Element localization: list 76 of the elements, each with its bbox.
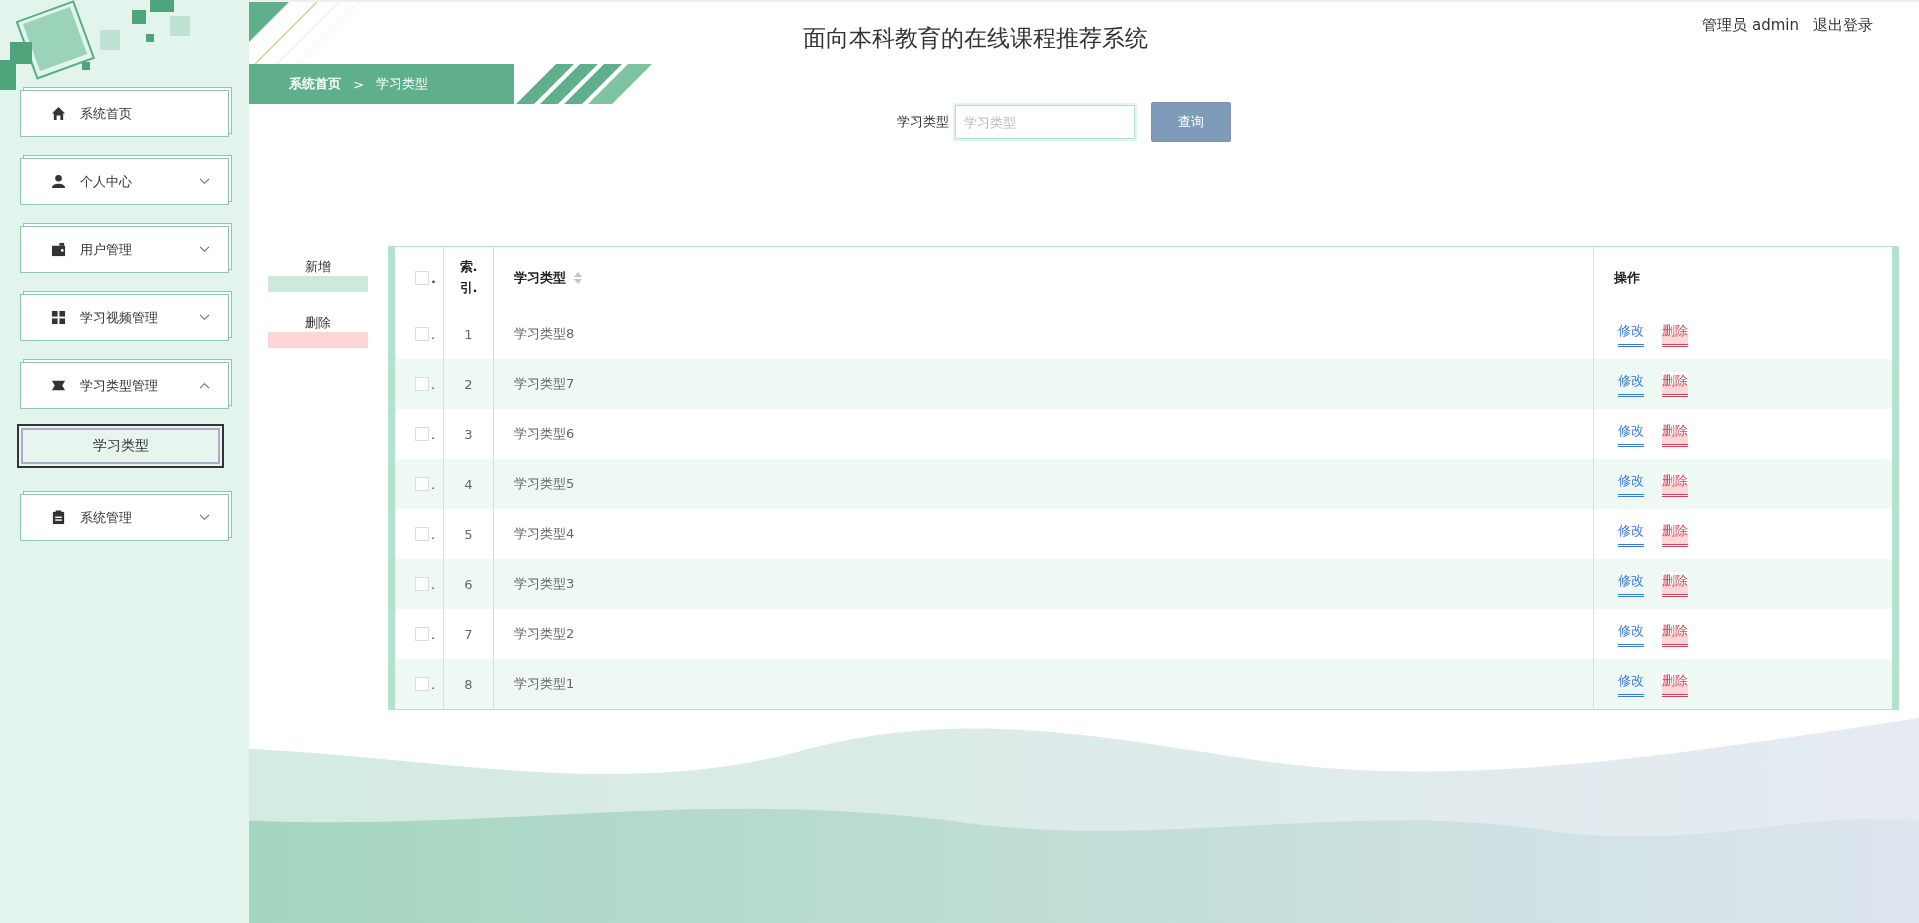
menu-item[interactable]: 学习视频管理 (20, 294, 229, 341)
edit-link[interactable]: 修改 (1618, 521, 1644, 547)
checkbox-label: . (431, 426, 436, 442)
column-header: . (431, 270, 436, 286)
breadcrumb-link[interactable]: 系统首页 (289, 75, 341, 93)
checkbox[interactable] (415, 577, 429, 591)
search-field[interactable]: 学习类型 (955, 105, 1135, 139)
checkbox-label: . (431, 676, 436, 692)
checkbox[interactable] (415, 527, 429, 541)
menu-icon (51, 378, 66, 393)
menu-icon (51, 310, 66, 325)
delete-link[interactable]: 删除 (1662, 621, 1688, 647)
edit-link[interactable]: 修改 (1618, 371, 1644, 397)
table-cell: 3 (464, 426, 473, 442)
table-cell: 学习类型1 (514, 675, 575, 693)
checkbox[interactable] (415, 377, 429, 391)
checkbox-label: . (431, 326, 436, 342)
table-cell: 学习类型3 (514, 575, 575, 593)
menu-item[interactable]: 系统首页 (20, 90, 229, 137)
menu-icon (51, 106, 66, 121)
column-header: 操作 (1614, 269, 1640, 287)
checkbox[interactable] (415, 627, 429, 641)
table-cell: 学习类型4 (514, 525, 575, 543)
breadcrumb-separator: > (353, 76, 364, 92)
delete-link[interactable]: 删除 (1662, 471, 1688, 497)
column-header: 索.引. (458, 258, 479, 297)
checkbox-label: . (431, 376, 436, 392)
checkbox-label: . (431, 526, 436, 542)
menu-icon (51, 174, 66, 189)
table-cell: 8 (464, 676, 473, 692)
edit-link[interactable]: 修改 (1618, 471, 1644, 497)
table-cell: 学习类型2 (514, 625, 575, 643)
submenu-item[interactable]: 学习类型 (17, 424, 224, 468)
menu-icon (51, 510, 66, 525)
edit-link[interactable]: 修改 (1618, 621, 1644, 647)
search-label: 学习类型 (897, 113, 949, 131)
menu-item[interactable]: 用户管理 (20, 226, 229, 273)
delete-link[interactable]: 删除 (1662, 671, 1688, 697)
checkbox-label: . (431, 576, 436, 592)
checkbox-label: . (431, 476, 436, 492)
table-cell: 7 (464, 626, 473, 642)
user-label: 管理员 admin (1702, 15, 1799, 35)
column-header: 学习类型 (514, 269, 566, 287)
edit-link[interactable]: 修改 (1618, 421, 1644, 447)
checkbox[interactable] (415, 327, 429, 341)
checkbox-label: . (431, 626, 436, 642)
delete-link[interactable]: 删除 (1662, 421, 1688, 447)
menu-item[interactable]: 系统管理 (20, 494, 229, 541)
search-button[interactable]: 查询 (1151, 102, 1231, 142)
table-cell: 6 (464, 576, 473, 592)
delete-link[interactable]: 删除 (1662, 571, 1688, 597)
sort-icon[interactable] (574, 272, 582, 284)
checkbox[interactable] (415, 271, 429, 285)
delete-link[interactable]: 删除 (1662, 521, 1688, 547)
checkbox[interactable] (415, 427, 429, 441)
delete-link[interactable]: 删除 (1662, 321, 1688, 347)
table-cell: 5 (464, 526, 473, 542)
menu-icon (51, 242, 66, 257)
menu-item[interactable]: 个人中心 (20, 158, 229, 205)
edit-link[interactable]: 修改 (1618, 571, 1644, 597)
checkbox[interactable] (415, 677, 429, 691)
table-cell: 学习类型5 (514, 475, 575, 493)
table-cell: 学习类型8 (514, 325, 575, 343)
checkbox[interactable] (415, 477, 429, 491)
edit-link[interactable]: 修改 (1618, 321, 1644, 347)
delete-link[interactable]: 删除 (1662, 371, 1688, 397)
table-cell: 学习类型6 (514, 425, 575, 443)
breadcrumb-link[interactable]: 学习类型 (375, 75, 428, 93)
edit-link[interactable]: 修改 (1618, 671, 1644, 697)
page-title: 面向本科教育的在线课程推荐系统 (802, 23, 1150, 53)
table-cell: 2 (464, 376, 473, 392)
table-cell: 1 (464, 326, 473, 342)
logout-link[interactable]: 退出登录 (1813, 15, 1873, 35)
table-cell: 4 (464, 476, 473, 492)
table-cell: 学习类型7 (514, 375, 575, 393)
menu-item[interactable]: 学习类型管理 (20, 362, 229, 409)
